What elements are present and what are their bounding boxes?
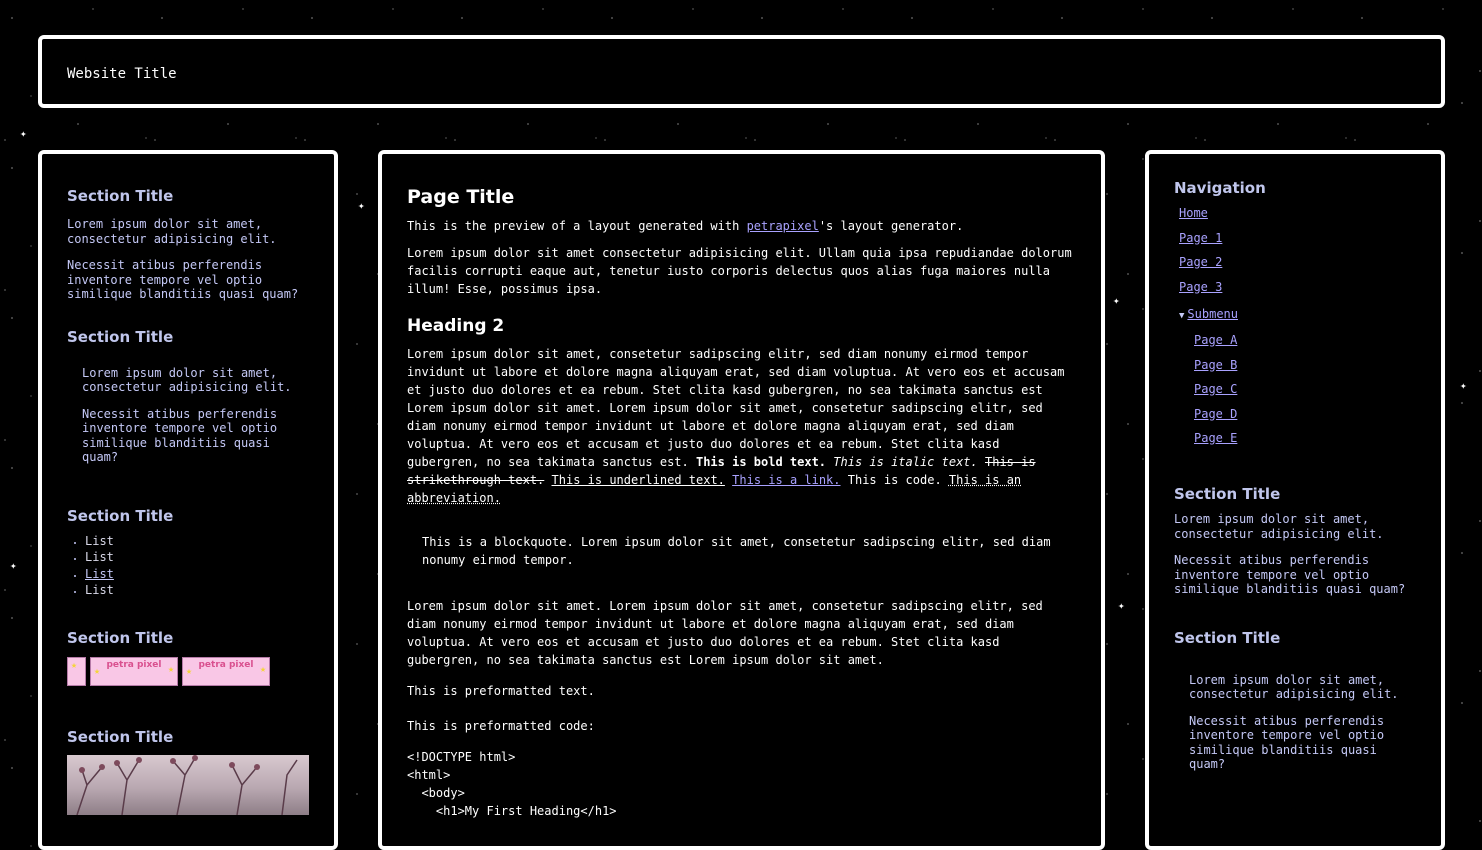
section-text: Necessit atibus perferendis inventore te… <box>82 406 278 465</box>
sparkle-icon: ✦ <box>358 199 365 212</box>
inline-link[interactable]: This is a link. <box>732 473 840 487</box>
code-line: <!DOCTYPE html> <box>407 750 516 764</box>
nav-link-home[interactable]: Home <box>1179 206 1416 220</box>
paragraph: Lorem ipsum dolor sit amet consectetur a… <box>407 246 1072 296</box>
paragraph-text: Lorem ipsum dolor sit amet, consetetur s… <box>407 347 1065 469</box>
paragraph: Lorem ipsum dolor sit amet. Lorem ipsum … <box>407 599 1043 667</box>
sparkle-icon: ✦ <box>1118 599 1125 612</box>
bullet-list: List List List List <box>67 533 309 599</box>
code-line: <html> <box>407 768 451 782</box>
section-text: Necessit atibus perferendis inventore te… <box>1189 713 1385 772</box>
submenu: Page A Page B Page C Page D Page E <box>1174 333 1416 445</box>
intro-text: 's layout generator. <box>818 219 964 233</box>
heading-2: Heading 2 <box>407 316 505 336</box>
section-title: Section Title <box>1174 628 1281 647</box>
section-text: Lorem ipsum dolor sit amet, consectetur … <box>1189 672 1399 702</box>
caret-down-icon: ▼ <box>1179 310 1185 321</box>
main-content: Page Title This is the preview of a layo… <box>378 150 1105 850</box>
intro-text: This is the preview of a layout generate… <box>407 219 747 233</box>
site-title: Website Title <box>67 66 177 82</box>
underlined-text: This is underlined text. <box>551 473 725 487</box>
branch-silhouette-icon <box>76 754 298 815</box>
site-header: Website Title <box>38 35 1445 108</box>
button-row: ★ petra pixel ★ ★ petra pixel ★ ★ <box>67 656 309 686</box>
nav-link-page-2[interactable]: Page 2 <box>1179 255 1416 269</box>
section-title: Section Title <box>67 628 174 647</box>
italic-text: This is italic text. <box>833 455 978 469</box>
list-link[interactable]: List <box>85 567 114 581</box>
section-text: Necessit atibus perferendis inventore te… <box>67 258 299 301</box>
flower-photo <box>67 754 309 815</box>
navigation: Navigation Home Page 1 Page 2 Page 3 ▼ Su… <box>1174 179 1416 445</box>
submenu-link[interactable]: Submenu <box>1187 307 1238 321</box>
intro-paragraph: This is the preview of a layout generate… <box>407 217 1076 235</box>
left-sidebar: Section Title Lorem ipsum dolor sit amet… <box>38 150 338 850</box>
preformatted-code-label: This is preformatted code: <box>407 719 595 733</box>
nav-link-page-c[interactable]: Page C <box>1194 382 1416 396</box>
blockquote: This is a blockquote. Lorem ipsum dolor … <box>422 535 1051 567</box>
sparkle-icon: ✦ <box>10 559 17 572</box>
star-icon: ★ <box>71 659 78 671</box>
section-title: Section Title <box>67 187 174 205</box>
nav-link-page-1[interactable]: Page 1 <box>1179 231 1416 245</box>
sparkle-icon: ✦ <box>1460 379 1467 392</box>
pixel-button[interactable]: ★ <box>67 656 86 686</box>
code-line: <h1>My First Heading</h1> <box>407 804 617 818</box>
sparkle-icon: ✦ <box>1113 294 1120 307</box>
list-item: List <box>85 533 309 550</box>
star-icon: ★ <box>186 665 193 677</box>
list-item: List <box>85 582 309 599</box>
right-sidebar: Navigation Home Page 1 Page 2 Page 3 ▼ Su… <box>1145 150 1445 850</box>
section-title: Section Title <box>67 727 174 746</box>
page-title: Page Title <box>407 186 515 208</box>
code-block: <!DOCTYPE html> <html> <body> <h1>My Fir… <box>407 748 1076 820</box>
section-title: Section Title <box>67 506 174 525</box>
nav-link-page-d[interactable]: Page D <box>1194 407 1416 421</box>
inline-code: This is code. <box>847 473 942 487</box>
formatted-paragraph: Lorem ipsum dolor sit amet, consetetur s… <box>407 345 1076 507</box>
indented-text-block: Lorem ipsum dolor sit amet, consectetur … <box>67 366 309 465</box>
star-icon: ★ <box>94 665 101 677</box>
nav-title: Navigation <box>1174 179 1266 197</box>
petrapixel-link[interactable]: petrapixel <box>747 219 819 233</box>
indented-text-block: Lorem ipsum dolor sit amet, consectetur … <box>1174 673 1416 772</box>
button-text: petra pixel <box>198 659 254 670</box>
section-text: Lorem ipsum dolor sit amet, consectetur … <box>67 217 277 246</box>
section-text: Necessit atibus perferendis inventore te… <box>1174 553 1406 596</box>
submenu-toggle[interactable]: ▼ Submenu <box>1179 307 1416 323</box>
button-text: petra pixel <box>106 659 162 670</box>
list-item[interactable]: List <box>85 566 309 583</box>
bold-text: This is bold text. <box>695 455 827 469</box>
nav-link-page-a[interactable]: Page A <box>1194 333 1416 347</box>
list-item: List <box>85 549 309 566</box>
section-title: Section Title <box>67 327 174 346</box>
star-icon: ★ <box>259 663 266 675</box>
nav-link-page-e[interactable]: Page E <box>1194 431 1416 445</box>
section-title: Section Title <box>1174 485 1281 503</box>
nav-link-page-b[interactable]: Page B <box>1194 358 1416 372</box>
section-text: Lorem ipsum dolor sit amet, consectetur … <box>82 365 292 395</box>
petrapixel-button[interactable]: petra pixel ★ ★ <box>182 656 270 686</box>
sparkle-icon: ✦ <box>20 127 27 140</box>
star-icon: ★ <box>167 663 174 675</box>
section-text: Lorem ipsum dolor sit amet, consectetur … <box>1174 512 1384 541</box>
code-line: <body> <box>407 786 465 800</box>
preformatted-text: This is preformatted text. <box>407 684 595 698</box>
nav-link-page-3[interactable]: Page 3 <box>1179 280 1416 294</box>
petrapixel-button[interactable]: petra pixel ★ ★ <box>90 656 178 686</box>
